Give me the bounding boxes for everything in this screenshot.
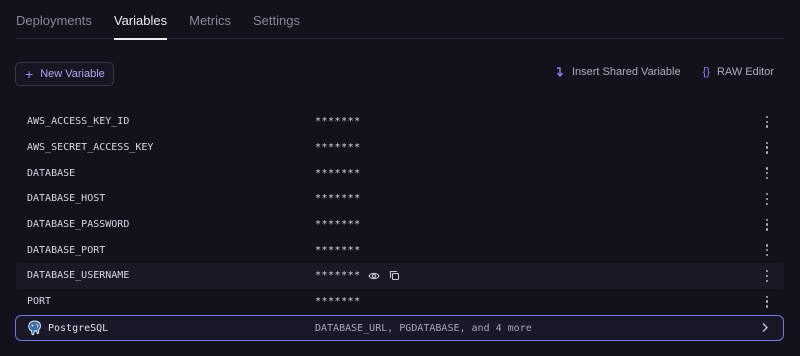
variables-list: AWS_ACCESS_KEY_ID ******* AWS_SECRET_ACC…	[16, 109, 784, 315]
variable-value: *******	[315, 219, 361, 231]
variable-name: DATABASE_PASSWORD	[27, 219, 130, 231]
tab-metrics[interactable]: Metrics	[189, 0, 231, 39]
variable-value: *******	[315, 193, 361, 205]
tab-bar: Deployments Variables Metrics Settings	[16, 0, 784, 40]
postgresql-elephant-icon	[28, 320, 41, 336]
insert-shared-variable-button[interactable]: Insert Shared Variable	[555, 66, 681, 78]
variable-row[interactable]: DATABASE *******	[16, 160, 784, 186]
plugin-variables-summary: DATABASE_URL, PGDATABASE, and 4 more	[315, 322, 532, 334]
variable-name: DATABASE_PORT	[27, 244, 106, 256]
variable-value: *******	[315, 167, 361, 179]
tab-variables[interactable]: Variables	[113, 0, 168, 40]
kebab-menu-icon[interactable]	[761, 115, 773, 129]
toolbar-actions: Insert Shared Variable {} RAW Editor	[555, 66, 774, 78]
variable-value: *******	[315, 296, 361, 308]
raw-editor-label: RAW Editor	[716, 66, 774, 78]
variable-row[interactable]: DATABASE_HOST *******	[16, 186, 784, 212]
chevron-right-icon[interactable]	[761, 322, 769, 333]
variable-name: AWS_SECRET_ACCESS_KEY	[27, 142, 154, 154]
variable-name: DATABASE_USERNAME	[27, 270, 130, 282]
variable-name: DATABASE_HOST	[27, 193, 106, 205]
variable-value: *******	[315, 270, 361, 282]
new-variable-button[interactable]: + New Variable	[15, 62, 114, 86]
braces-icon: {}	[702, 66, 710, 78]
new-variable-label: New Variable	[40, 68, 105, 80]
kebab-menu-icon[interactable]	[761, 218, 773, 232]
postgresql-plugin-row[interactable]: PostgreSQL DATABASE_URL, PGDATABASE, and…	[15, 315, 784, 341]
variable-name: AWS_ACCESS_KEY_ID	[27, 116, 130, 128]
variable-row[interactable]: AWS_ACCESS_KEY_ID *******	[16, 109, 784, 135]
tab-settings[interactable]: Settings	[253, 0, 300, 39]
variable-value: *******	[315, 244, 361, 256]
kebab-menu-icon[interactable]	[761, 269, 773, 283]
kebab-menu-icon[interactable]	[761, 166, 773, 180]
variable-row[interactable]: DATABASE_PORT *******	[16, 237, 784, 263]
variable-row[interactable]: AWS_SECRET_ACCESS_KEY *******	[16, 135, 784, 161]
variable-value: *******	[315, 142, 361, 154]
variable-row[interactable]: DATABASE_USERNAME *******	[16, 263, 784, 289]
raw-editor-button[interactable]: {} RAW Editor	[703, 66, 774, 78]
variable-name: DATABASE	[27, 167, 76, 179]
variable-row[interactable]: DATABASE_PASSWORD *******	[16, 212, 784, 238]
corner-arrow-icon	[556, 66, 563, 77]
tab-deployments[interactable]: Deployments	[16, 0, 92, 39]
variable-name: PORT	[27, 296, 52, 308]
kebab-menu-icon[interactable]	[761, 243, 773, 257]
variable-value: *******	[315, 116, 361, 128]
plus-icon: +	[25, 66, 34, 82]
kebab-menu-icon[interactable]	[761, 141, 773, 155]
variable-row[interactable]: PORT *******	[16, 289, 784, 315]
copy-icon[interactable]	[389, 270, 400, 281]
kebab-menu-icon[interactable]	[761, 295, 773, 309]
eye-icon[interactable]	[368, 271, 380, 281]
insert-shared-variable-label: Insert Shared Variable	[571, 66, 681, 78]
plugin-name: PostgreSQL	[48, 322, 109, 334]
kebab-menu-icon[interactable]	[761, 192, 773, 206]
row-actions	[368, 270, 400, 281]
